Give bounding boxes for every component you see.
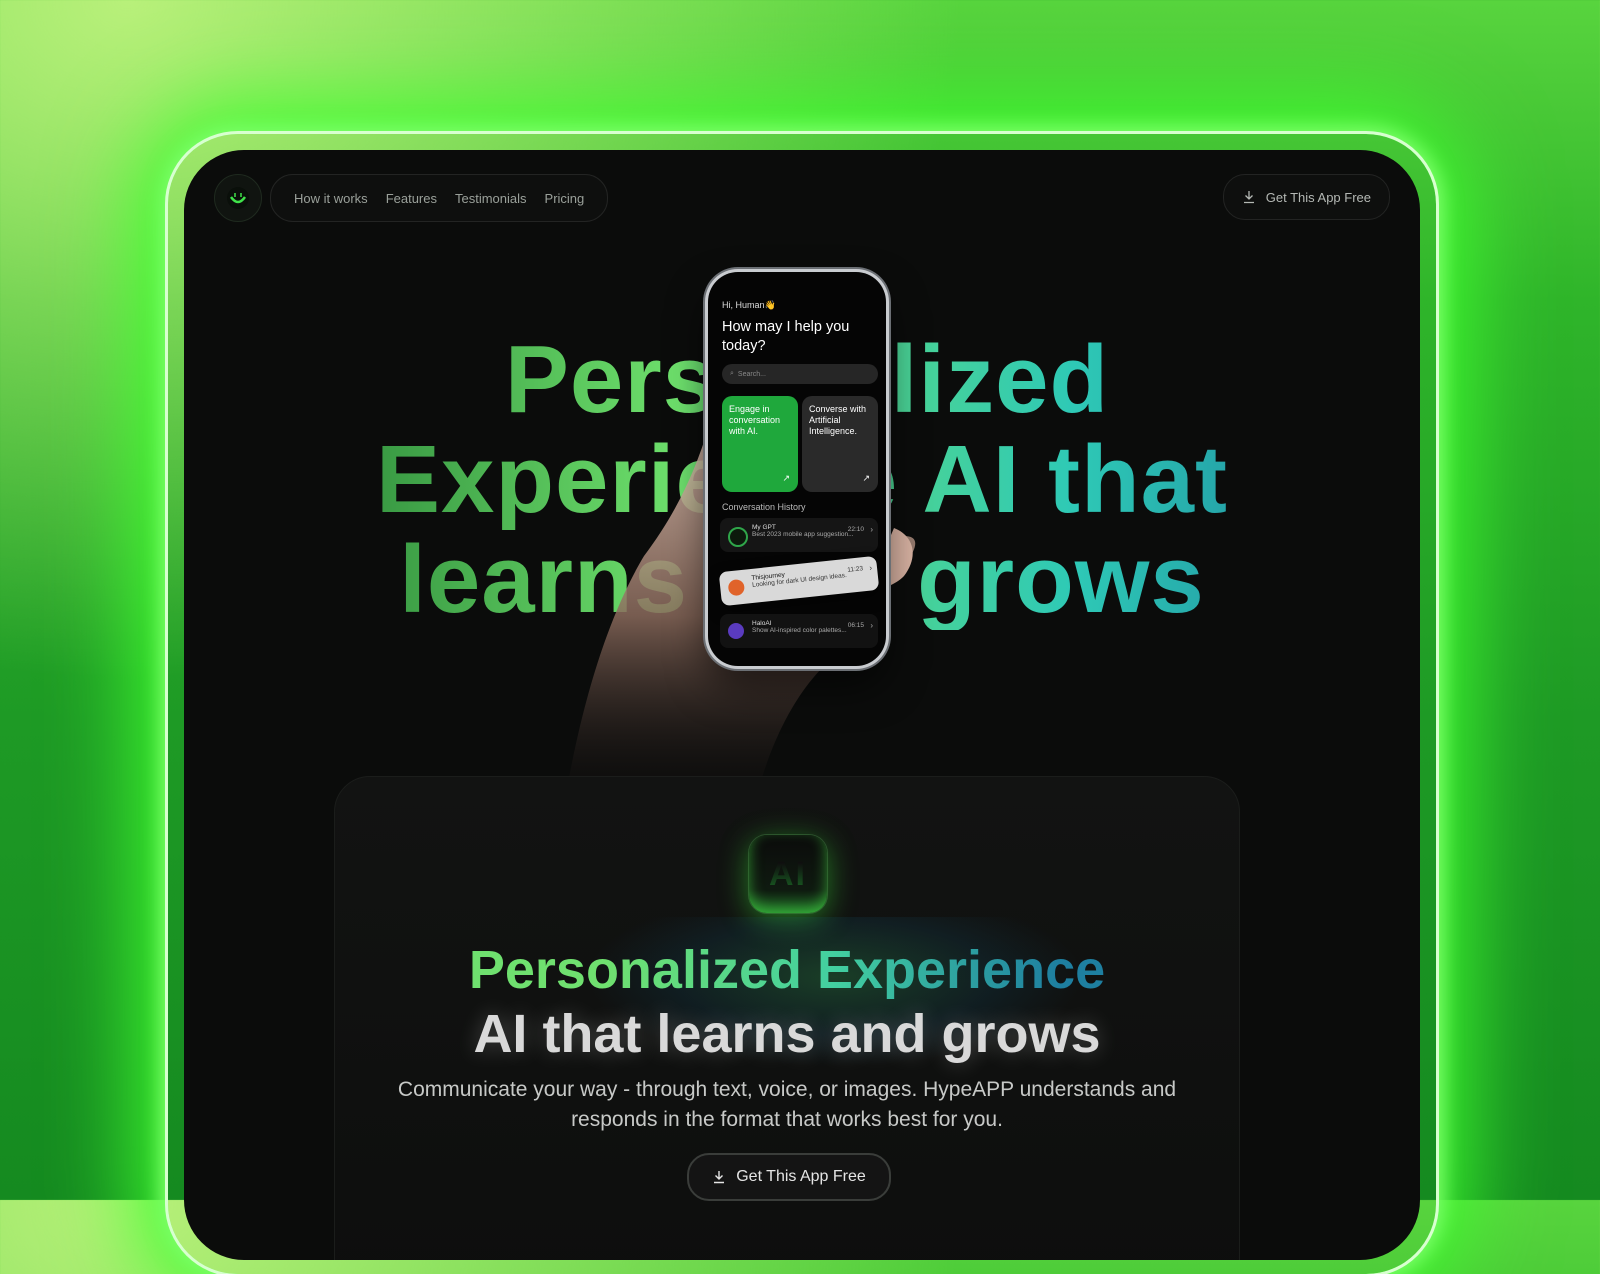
nav-pricing[interactable]: Pricing (536, 191, 594, 206)
phone-question: How may I help you today? (722, 319, 850, 354)
phone-card-converse[interactable]: Converse with Artificial Intelligence. ↗ (802, 396, 878, 492)
chevron-right-icon: › (870, 621, 873, 630)
phone-card-converse-label: Converse with Artificial Intelligence. (809, 404, 867, 436)
get-app-label: Get This App Free (1265, 189, 1371, 205)
get-app-button[interactable]: Get This App Free (1222, 174, 1390, 220)
feature-subtitle: AI that learns and grows (473, 1004, 1101, 1064)
feature-card: AI Personalized Experience AI that learn… (334, 776, 1240, 1260)
chevron-right-icon: › (868, 563, 873, 573)
phone-greeting: Hi, Human👋 (722, 300, 776, 310)
phone-card-engage[interactable]: Engage in conversation with AI. ↗ (722, 396, 798, 492)
search-icon: ⌕ (730, 370, 734, 377)
history-time: 22:10 (847, 526, 864, 533)
nav-features[interactable]: Features (377, 191, 446, 206)
phone-mockup: Hi, Human👋 How may I help you today? ⌕ S… (708, 272, 886, 666)
history-row[interactable]: Thisjourney Looking for dark UI design i… (718, 555, 880, 607)
chevron-right-icon: › (870, 525, 873, 534)
logo-button[interactable] (214, 174, 262, 222)
download-icon (1243, 191, 1254, 204)
top-nav: How it works Features Testimonials Prici… (270, 174, 609, 222)
app-window: How it works Features Testimonials Prici… (184, 150, 1420, 1260)
sparkle-logo-icon (727, 578, 746, 597)
phone-card-engage-label: Engage in conversation with AI. (729, 404, 781, 436)
download-icon (714, 1171, 725, 1184)
nav-testimonials[interactable]: Testimonials (446, 191, 536, 206)
feature-title: Personalized Experience (335, 939, 1239, 1001)
ai-app-icon: AI (749, 835, 827, 913)
ai-smile-logo-icon (227, 187, 249, 209)
phone-search-input[interactable]: ⌕ Search... (722, 364, 878, 384)
history-row[interactable]: HaloAI Show AI-inspired color palettes..… (720, 614, 878, 648)
history-row[interactable]: My GPT Best 2023 mobile app suggestion..… (720, 518, 878, 552)
feature-get-app-button[interactable]: Get This App Free (687, 1153, 891, 1201)
feature-get-app-label: Get This App Free (736, 1168, 866, 1185)
halo-logo-icon (728, 623, 744, 639)
phone-history-title: Conversation History (722, 502, 806, 512)
nav-how-it-works[interactable]: How it works (285, 191, 377, 206)
arrow-up-right-icon: ↗ (862, 473, 870, 483)
ai-app-icon-label: AI (769, 854, 807, 893)
chatgpt-logo-icon (728, 527, 748, 547)
phone-search-placeholder: Search... (737, 370, 766, 378)
arrow-up-right-icon: ↗ (782, 473, 790, 483)
feature-description: Communicate your way - through text, voi… (397, 1078, 1177, 1131)
history-time: 06:15 (847, 622, 864, 629)
